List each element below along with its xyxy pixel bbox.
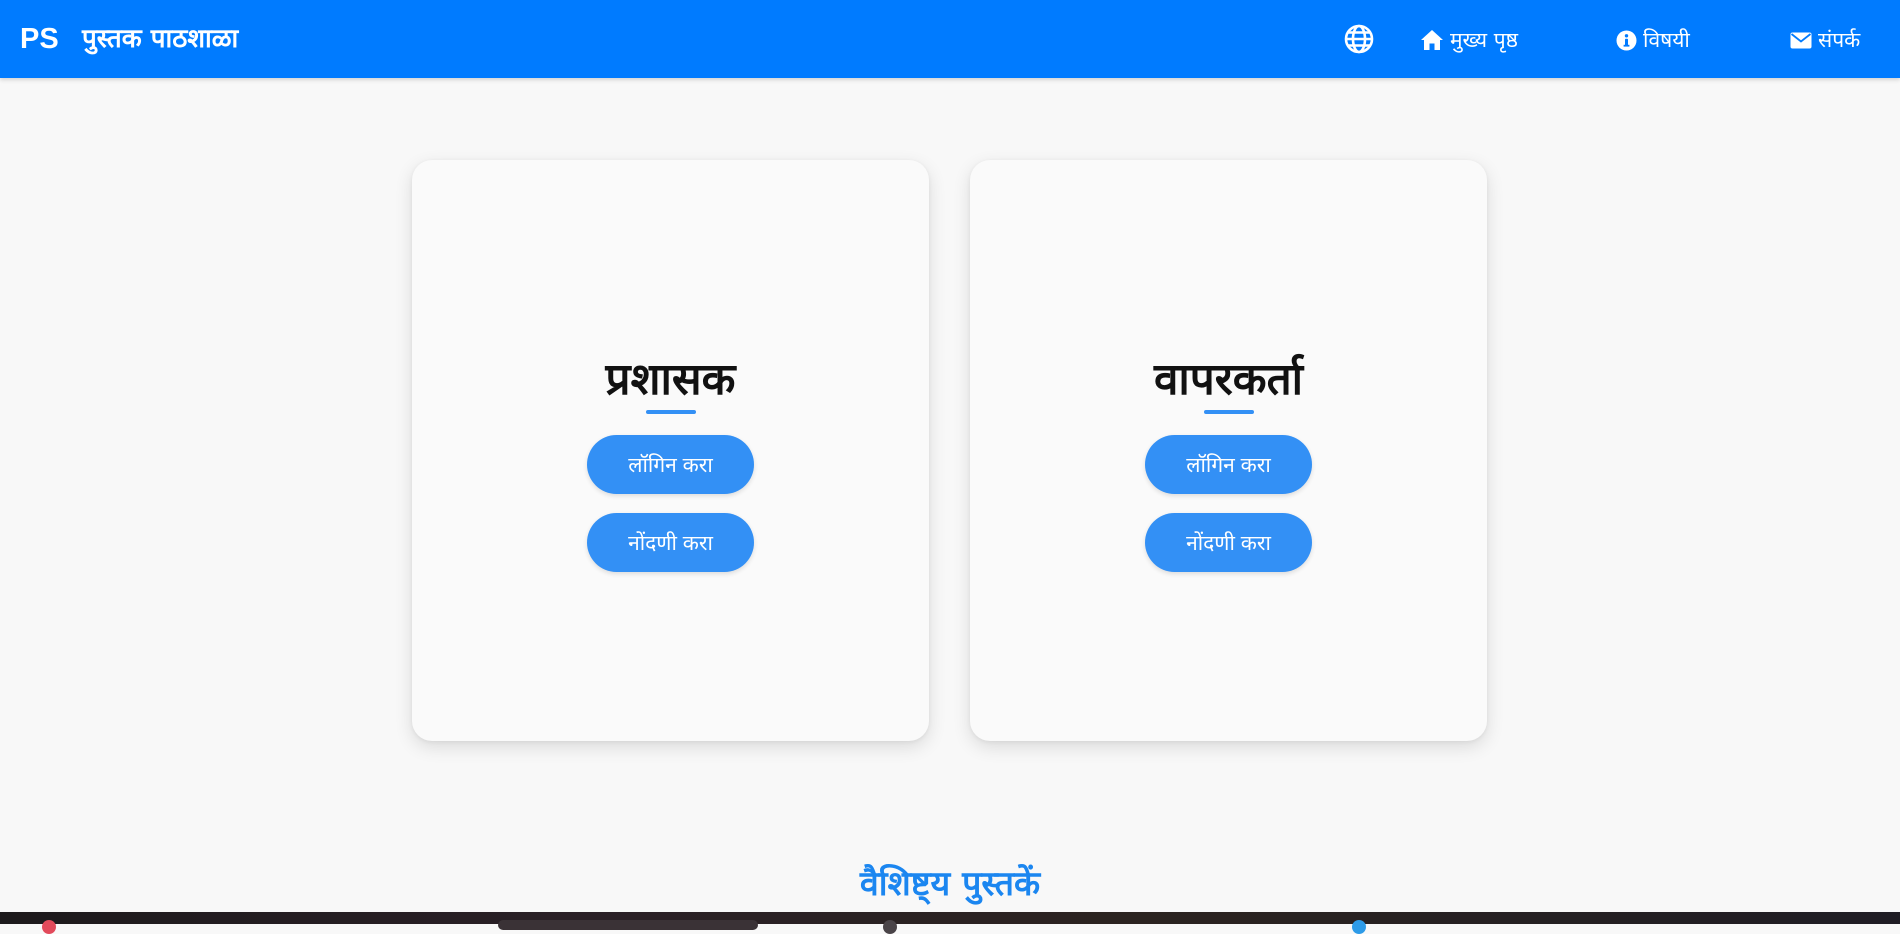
admin-title-underline	[646, 410, 696, 414]
nav-link-contact[interactable]: संपर्क	[1790, 24, 1860, 56]
admin-register-button[interactable]: नोंदणी करा	[587, 513, 754, 572]
top-navbar: PS पुस्तक पाठशाळा मुख्य पृष्ठ विषयी संपर…	[0, 0, 1900, 78]
brand-name[interactable]: पुस्तक पाठशाळा	[82, 22, 238, 56]
envelope-icon	[1790, 32, 1812, 49]
taskbar-app-icon[interactable]	[1352, 920, 1366, 934]
featured-books-heading: वैशिष्ट्य पुस्तकें	[859, 864, 1041, 904]
admin-card: प्रशासक लॉगिन करा नोंदणी करा	[412, 160, 929, 741]
taskbar-search-box[interactable]	[498, 920, 758, 930]
user-card-title: वापरकर्ता	[1153, 354, 1304, 405]
taskbar	[0, 912, 1900, 934]
nav-home-label: मुख्य पृष्ठ	[1450, 28, 1518, 52]
user-card: वापरकर्ता लॉगिन करा नोंदणी करा	[970, 160, 1487, 741]
home-icon	[1420, 29, 1444, 51]
nav-about-label: विषयी	[1643, 28, 1690, 52]
admin-card-title: प्रशासक	[605, 354, 736, 405]
globe-icon[interactable]	[1343, 23, 1375, 55]
nav-link-home[interactable]: मुख्य पृष्ठ	[1420, 24, 1518, 56]
taskbar-app-icon[interactable]	[883, 920, 897, 934]
nav-link-about[interactable]: विषयी	[1616, 24, 1690, 56]
brand-logo[interactable]: PS	[20, 22, 59, 56]
user-register-button[interactable]: नोंदणी करा	[1145, 513, 1312, 572]
taskbar-app-icon[interactable]	[42, 920, 56, 934]
info-icon	[1616, 30, 1637, 51]
nav-contact-label: संपर्क	[1818, 28, 1861, 52]
user-login-button[interactable]: लॉगिन करा	[1145, 435, 1312, 494]
user-title-underline	[1204, 410, 1254, 414]
admin-login-button[interactable]: लॉगिन करा	[587, 435, 754, 494]
